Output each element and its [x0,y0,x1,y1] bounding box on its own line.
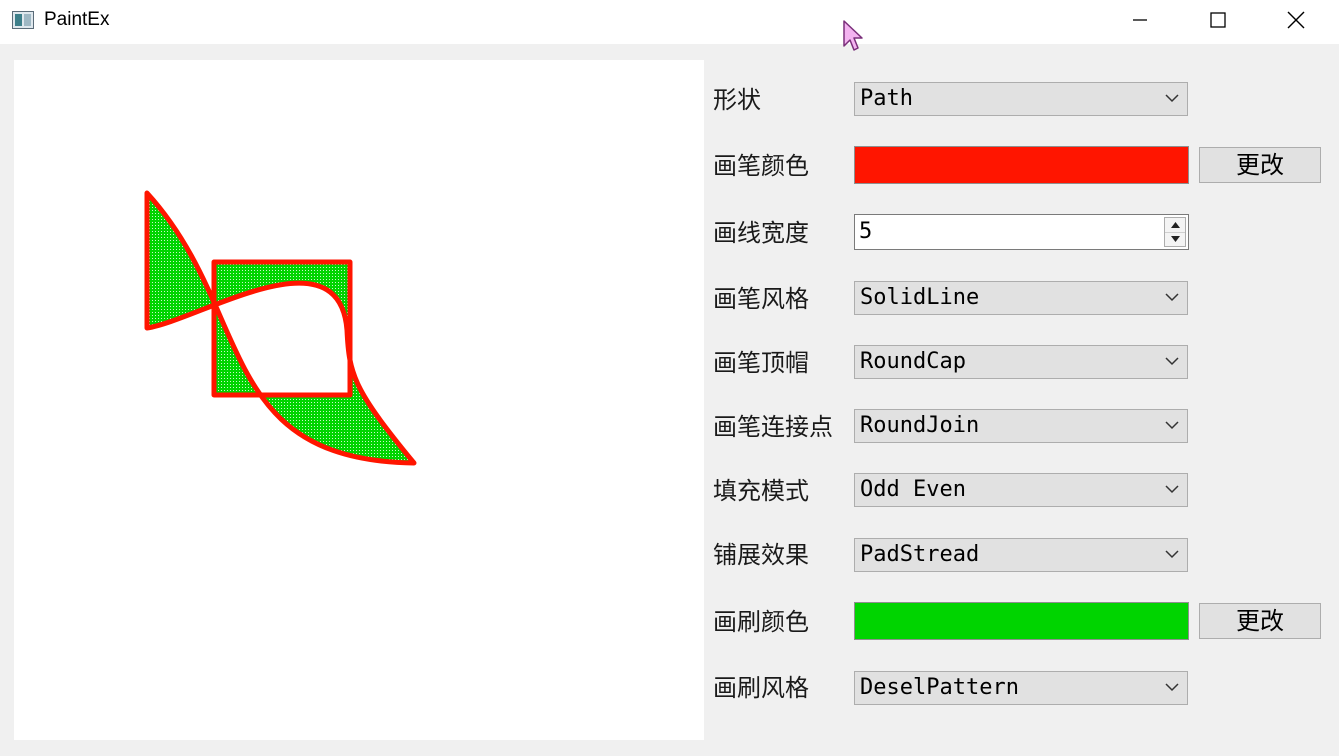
brush-color-change-button[interactable]: 更改 [1199,603,1321,639]
pen-style-combo[interactable]: SolidLine [854,281,1188,315]
chevron-down-icon [1165,485,1179,494]
fill-mode-label: 填充模式 [713,477,809,505]
path-drawing [144,190,417,466]
close-button[interactable] [1266,0,1326,40]
pen-color-change-button[interactable]: 更改 [1199,147,1321,183]
chevron-down-icon [1165,550,1179,559]
shape-combo-value: Path [860,86,913,111]
spin-down-button[interactable] [1165,232,1185,246]
pen-width-label: 画线宽度 [713,219,809,247]
spin-buttons [1164,217,1186,247]
spin-up-button[interactable] [1165,218,1185,233]
drawing-canvas[interactable] [14,60,704,740]
shape-label: 形状 [713,86,761,114]
fill-mode-combo[interactable]: Odd Even [854,473,1188,507]
pen-width-spinbox[interactable]: 5 [854,214,1189,250]
pen-join-combo-value: RoundJoin [860,413,980,438]
brush-color-label: 画刷颜色 [713,608,809,636]
minimize-icon [1133,19,1147,21]
spread-combo[interactable]: PadStread [854,538,1188,572]
minimize-button[interactable] [1110,0,1170,40]
spread-label: 铺展效果 [713,541,809,569]
spin-up-icon [1170,222,1180,228]
pen-cap-combo[interactable]: RoundCap [854,345,1188,379]
shape-path [144,190,417,466]
spin-down-icon [1170,236,1180,242]
chevron-down-icon [1165,357,1179,366]
maximize-icon [1210,12,1226,28]
mouse-cursor-icon [843,20,863,51]
pen-join-label: 画笔连接点 [713,413,833,441]
pen-style-combo-value: SolidLine [860,285,980,310]
maximize-button[interactable] [1188,0,1248,40]
pen-width-value: 5 [859,219,873,244]
shape-combo[interactable]: Path [854,82,1188,116]
pen-cap-combo-value: RoundCap [860,349,966,374]
brush-style-combo[interactable]: DeselPattern [854,671,1188,705]
window-title: PaintEx [44,9,110,30]
pen-cap-label: 画笔顶帽 [713,349,809,377]
pen-style-label: 画笔风格 [713,285,809,313]
pen-color-swatch [854,146,1189,184]
fill-mode-combo-value: Odd Even [860,477,966,502]
pen-color-label: 画笔颜色 [713,152,809,180]
spread-combo-value: PadStread [860,542,980,567]
chevron-down-icon [1165,421,1179,430]
close-icon [1287,11,1305,29]
brush-style-label: 画刷风格 [713,674,809,702]
chevron-down-icon [1165,94,1179,103]
brush-color-swatch [854,602,1189,640]
chevron-down-icon [1165,293,1179,302]
app-icon [12,11,34,29]
pen-join-combo[interactable]: RoundJoin [854,409,1188,443]
brush-style-combo-value: DeselPattern [860,675,1019,700]
title-bar: PaintEx [0,0,1339,44]
chevron-down-icon [1165,683,1179,692]
